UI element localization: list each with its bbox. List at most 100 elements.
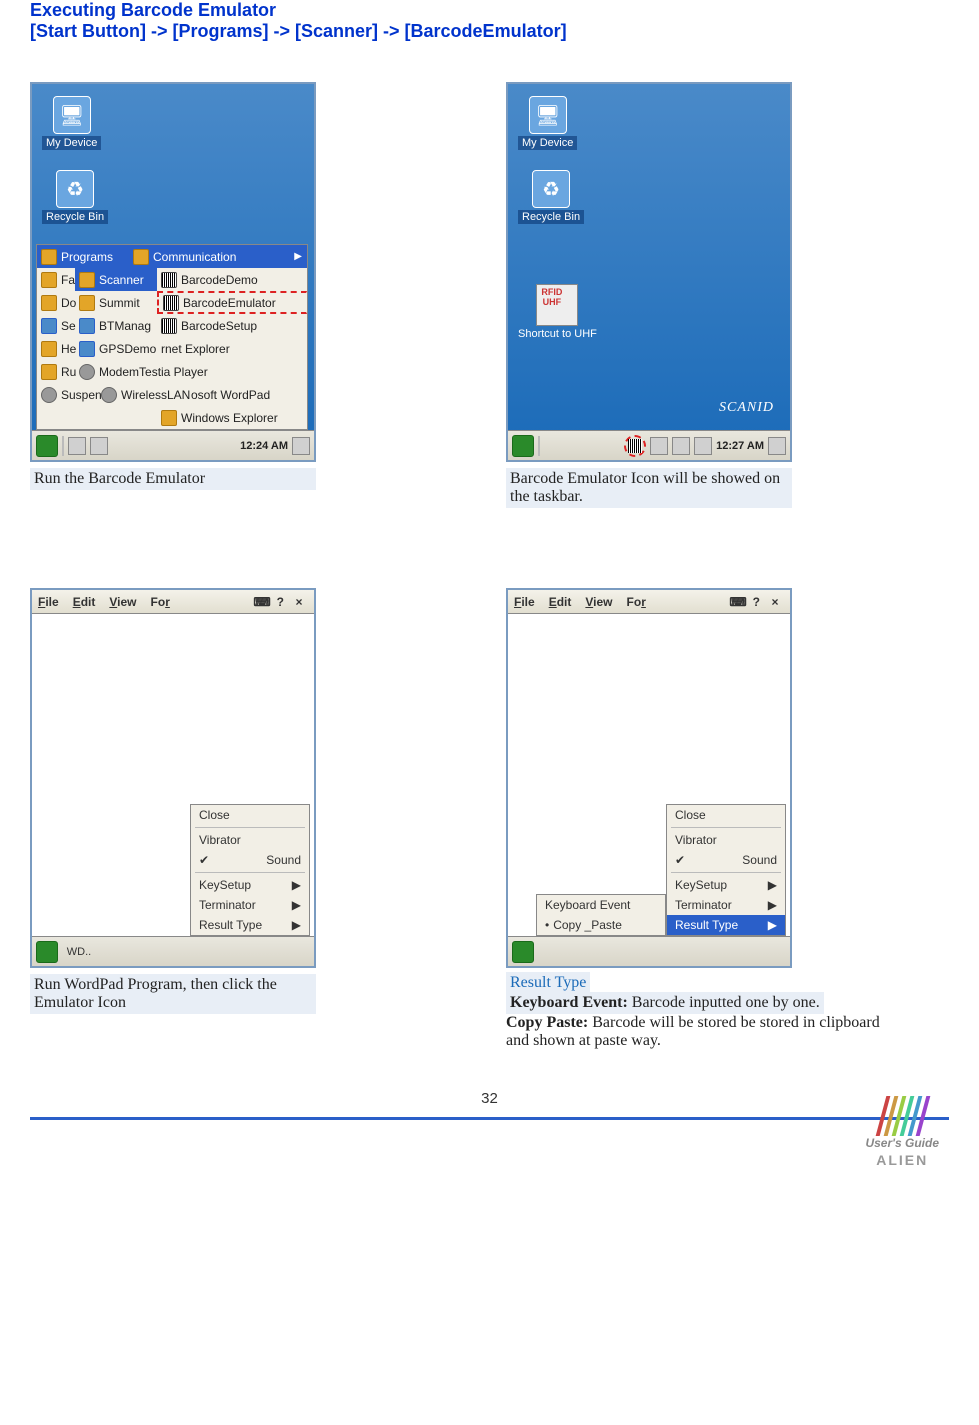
menu-barcodesetup[interactable]: BarcodeSetup: [157, 314, 307, 337]
users-guide-text: User's Guide: [865, 1136, 939, 1150]
menu-view[interactable]: View: [109, 595, 136, 609]
heading-path: [Start Button] -> [Programs] -> [Scanner…: [30, 21, 949, 42]
menu-rnet-explorer[interactable]: rnet Explorer: [157, 337, 307, 360]
emulator-popup: Close Vibrator Sound KeySetup▶ Terminato…: [190, 804, 310, 936]
menu-communication[interactable]: Communication▶: [129, 245, 307, 268]
sip-icon[interactable]: [768, 437, 786, 455]
menu-for[interactable]: For: [627, 595, 646, 609]
start-button[interactable]: [512, 941, 534, 963]
menu-view[interactable]: View: [585, 595, 612, 609]
menu-summit[interactable]: Summit: [75, 291, 157, 314]
screenshot-desktop-taskbar: 🖥 My Device ♻ Recycle Bin RFIDUHF Shortc…: [506, 82, 792, 462]
footer: User's Guide ALIEN: [30, 1117, 949, 1177]
keyboard-icon[interactable]: ⌨: [729, 595, 746, 609]
menu-suspend[interactable]: Suspend: [37, 383, 97, 406]
tray-icon[interactable]: [650, 437, 668, 455]
caption-1: Run the Barcode Emulator: [30, 468, 316, 490]
wordpad-menubar: File Edit View For ⌨ ? ×: [508, 590, 790, 614]
close-button[interactable]: ×: [766, 595, 784, 609]
help-icon[interactable]: ?: [277, 595, 284, 609]
recycle-bin-label: Recycle Bin: [518, 210, 584, 224]
popup-close[interactable]: Close: [191, 805, 309, 825]
emulator-popup: Close Vibrator Sound KeySetup▶ Terminato…: [666, 804, 786, 936]
menu-file[interactable]: File: [38, 595, 59, 609]
menu-gpsdemo[interactable]: GPSDemo: [75, 337, 157, 360]
screenshot-start-menu: 🖥 My Device ♻ Recycle Bin Programs Commu…: [30, 82, 316, 462]
menu-ia-player[interactable]: ia Player: [157, 360, 307, 383]
keyboard-event-label: Keyboard Event:: [510, 994, 632, 1011]
popup-vibrator[interactable]: Vibrator: [191, 830, 309, 850]
recycle-bin-label: Recycle Bin: [42, 210, 108, 224]
help-icon[interactable]: ?: [753, 595, 760, 609]
brand-text: ALIEN: [876, 1152, 928, 1168]
menu-edit[interactable]: Edit: [73, 595, 96, 609]
scanid-watermark: SCANID: [719, 400, 774, 416]
menu-windows-explorer[interactable]: Windows Explorer: [157, 406, 307, 429]
menu-he[interactable]: He: [37, 337, 75, 360]
start-button[interactable]: [36, 435, 58, 457]
popup-terminator[interactable]: Terminator▶: [191, 895, 309, 915]
popup-result-type[interactable]: Result Type▶: [191, 915, 309, 935]
heading-title: Executing Barcode Emulator: [30, 0, 949, 21]
popup-terminator[interactable]: Terminator▶: [667, 895, 785, 915]
caption-2: Barcode Emulator Icon will be showed on …: [506, 468, 792, 508]
keyboard-event-text: Barcode inputted one by one.: [632, 994, 820, 1011]
sip-icon[interactable]: [292, 437, 310, 455]
screenshot-wordpad-menu: File Edit View For ⌨ ? × Close Vibrator …: [30, 588, 316, 968]
tray-icon[interactable]: [90, 437, 108, 455]
recycle-bin-icon[interactable]: ♻: [56, 170, 94, 208]
caption-3: Run WordPad Program, then click the Emul…: [30, 974, 316, 1014]
menu-btmanag[interactable]: BTManag: [75, 314, 157, 337]
close-button[interactable]: ×: [290, 595, 308, 609]
tray-icon[interactable]: [672, 437, 690, 455]
tray-icon[interactable]: [694, 437, 712, 455]
menu-do[interactable]: Do: [37, 291, 75, 314]
footer-logo: User's Guide ALIEN: [865, 1096, 939, 1168]
popup-close[interactable]: Close: [667, 805, 785, 825]
popup-keysetup[interactable]: KeySetup▶: [667, 875, 785, 895]
shortcut-uhf[interactable]: RFIDUHF Shortcut to UHF: [518, 284, 597, 340]
menu-modemtest[interactable]: ModemTest: [75, 360, 157, 383]
popup-result-type[interactable]: Result Type▶: [667, 915, 785, 935]
my-device-icon[interactable]: 🖥: [529, 96, 567, 134]
result-type-submenu: Keyboard Event •Copy _Paste: [536, 894, 666, 936]
wordpad-task-icon[interactable]: WD..: [62, 946, 96, 958]
menu-for[interactable]: For: [151, 595, 170, 609]
start-button[interactable]: [36, 941, 58, 963]
submenu-copy-paste[interactable]: •Copy _Paste: [537, 915, 665, 935]
menu-file[interactable]: File: [514, 595, 535, 609]
keyboard-icon[interactable]: ⌨: [253, 595, 270, 609]
popup-sound[interactable]: Sound: [667, 850, 785, 870]
taskbar: 12:24 AM: [32, 430, 314, 460]
popup-sound[interactable]: Sound: [191, 850, 309, 870]
submenu-keyboard-event[interactable]: Keyboard Event: [537, 895, 665, 915]
popup-vibrator[interactable]: Vibrator: [667, 830, 785, 850]
wordpad-menubar: File Edit View For ⌨ ? ×: [32, 590, 314, 614]
my-device-label: My Device: [42, 136, 101, 150]
clock: 12:24 AM: [240, 440, 288, 452]
caption-4: Result Type Keyboard Event: Barcode inpu…: [506, 974, 886, 1050]
menu-se[interactable]: Se: [37, 314, 75, 337]
wordpad-taskbar: WD..: [32, 936, 314, 966]
taskbar: 12:27 AM: [508, 430, 790, 460]
my-device-icon[interactable]: 🖥: [53, 96, 91, 134]
screenshot-wordpad-result-type: File Edit View For ⌨ ? × Close Vibrator …: [506, 588, 792, 968]
menu-wirelesslan[interactable]: WirelessLAN: [97, 383, 187, 406]
menu-soft-wordpad[interactable]: osoft WordPad: [187, 383, 307, 406]
menu-scanner[interactable]: Scanner: [75, 268, 157, 291]
menu-edit[interactable]: Edit: [549, 595, 572, 609]
result-type-title: Result Type: [506, 972, 590, 993]
copy-paste-label: Copy Paste:: [506, 1014, 592, 1031]
wordpad-taskbar: [508, 936, 790, 966]
tray-icon[interactable]: [68, 437, 86, 455]
menu-fa[interactable]: Fa: [37, 268, 75, 291]
recycle-bin-icon[interactable]: ♻: [532, 170, 570, 208]
menu-barcodeemulator[interactable]: BarcodeEmulator: [157, 291, 307, 314]
my-device-label: My Device: [518, 136, 577, 150]
menu-barcodedemo[interactable]: BarcodeDemo: [157, 268, 307, 291]
popup-keysetup[interactable]: KeySetup▶: [191, 875, 309, 895]
start-button[interactable]: [512, 435, 534, 457]
barcode-emulator-tray-icon[interactable]: [624, 435, 646, 457]
menu-ru[interactable]: Ru: [37, 360, 75, 383]
menu-programs[interactable]: Programs: [37, 245, 129, 268]
